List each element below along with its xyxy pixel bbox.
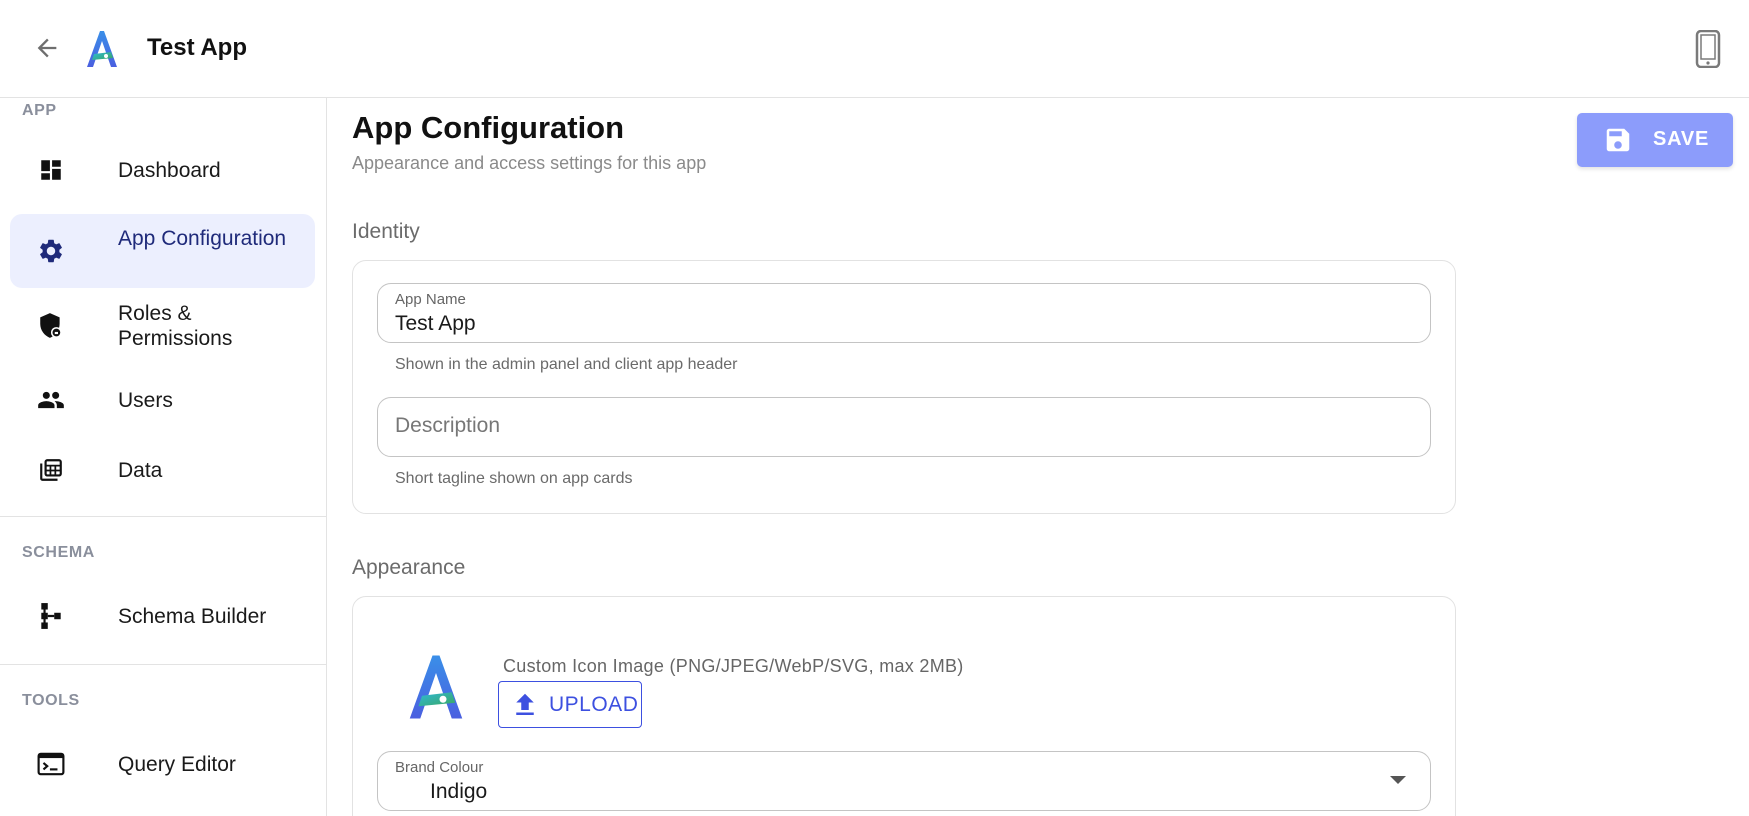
arrow-left-icon — [37, 38, 57, 58]
people-icon — [36, 385, 66, 415]
top-bar: Test App — [0, 0, 1749, 98]
app-title: Test App — [147, 34, 247, 61]
sidebar-item-label: Dashboard — [118, 159, 221, 182]
sidebar-item-app-configuration[interactable]: App Configuration — [10, 214, 315, 288]
app-name-label: App Name — [395, 291, 466, 308]
appearance-section-title: Appearance — [352, 556, 466, 579]
main-content: App Configuration Appearance and access … — [328, 98, 1749, 816]
identity-card: App Name Test App Shown in the admin pan… — [352, 260, 1456, 514]
brand-colour-value: Indigo — [430, 780, 488, 803]
back-button[interactable] — [30, 31, 64, 65]
page-title: App Configuration — [352, 110, 625, 145]
upload-arrow-icon — [516, 693, 534, 715]
app-name-helper: Shown in the admin panel and client app … — [395, 356, 738, 373]
sidebar-item-label: Query Editor — [118, 753, 236, 776]
sidebar-item-data[interactable]: Data — [10, 438, 315, 502]
upload-button[interactable]: UPLOAD — [498, 681, 642, 728]
schema-tree-icon — [36, 601, 66, 631]
dashboard-icon — [36, 155, 66, 185]
custom-icon-label: Custom Icon Image (PNG/JPEG/WebP/SVG, ma… — [503, 656, 964, 676]
identity-section-title: Identity — [352, 220, 420, 243]
sidebar-item-label: Schema Builder — [118, 605, 267, 628]
sidebar-item-label: App Configuration — [118, 227, 287, 250]
sidebar-item-label: Roles & Permissions — [118, 302, 233, 350]
appearance-card: Custom Icon Image (PNG/JPEG/WebP/SVG, ma… — [352, 596, 1456, 816]
sidebar-divider — [0, 516, 326, 517]
sidebar-section-schema: SCHEMA — [22, 544, 95, 561]
brand-colour-label: Brand Colour — [395, 759, 484, 776]
app-name-field[interactable]: App Name Test App — [377, 283, 1431, 343]
smartphone-icon — [1695, 30, 1721, 68]
app-logo-icon — [87, 31, 117, 67]
floppy-disk-icon — [1606, 128, 1630, 152]
sidebar-divider — [0, 664, 326, 665]
save-button[interactable]: SAVE — [1577, 113, 1733, 167]
app-name-input[interactable]: Test App — [395, 312, 476, 336]
chevron-down-icon[interactable] — [1390, 776, 1406, 784]
terminal-icon — [36, 749, 66, 779]
save-button-label: SAVE — [1653, 128, 1710, 150]
upload-button-label: UPLOAD — [549, 693, 639, 716]
sidebar-item-label: Data — [118, 459, 163, 482]
sidebar-item-dashboard[interactable]: Dashboard — [10, 136, 315, 204]
sidebar-item-roles-permissions[interactable]: Roles & Permissions — [10, 290, 315, 360]
sidebar-item-schema-builder[interactable]: Schema Builder — [10, 584, 315, 648]
brand-colour-select[interactable]: Brand Colour Indigo — [377, 751, 1431, 811]
page-subtitle: Appearance and access settings for this … — [352, 153, 707, 173]
description-input[interactable]: Description — [395, 414, 500, 438]
table-data-icon — [36, 455, 66, 485]
sidebar-item-query-editor[interactable]: Query Editor — [10, 732, 315, 796]
sidebar-item-users[interactable]: Users — [10, 368, 315, 432]
description-helper: Short tagline shown on app cards — [395, 470, 633, 487]
app-icon-preview — [409, 655, 463, 719]
device-preview-button[interactable] — [1691, 29, 1725, 69]
sidebar-item-label: Users — [118, 389, 173, 412]
sidebar: APP Dashboard App Configuration Roles & … — [0, 98, 327, 816]
gear-icon — [36, 236, 66, 266]
shield-lock-icon — [36, 311, 66, 341]
sidebar-section-app: APP — [22, 102, 57, 119]
description-field[interactable]: Description — [377, 397, 1431, 457]
sidebar-section-tools: TOOLS — [22, 692, 80, 709]
